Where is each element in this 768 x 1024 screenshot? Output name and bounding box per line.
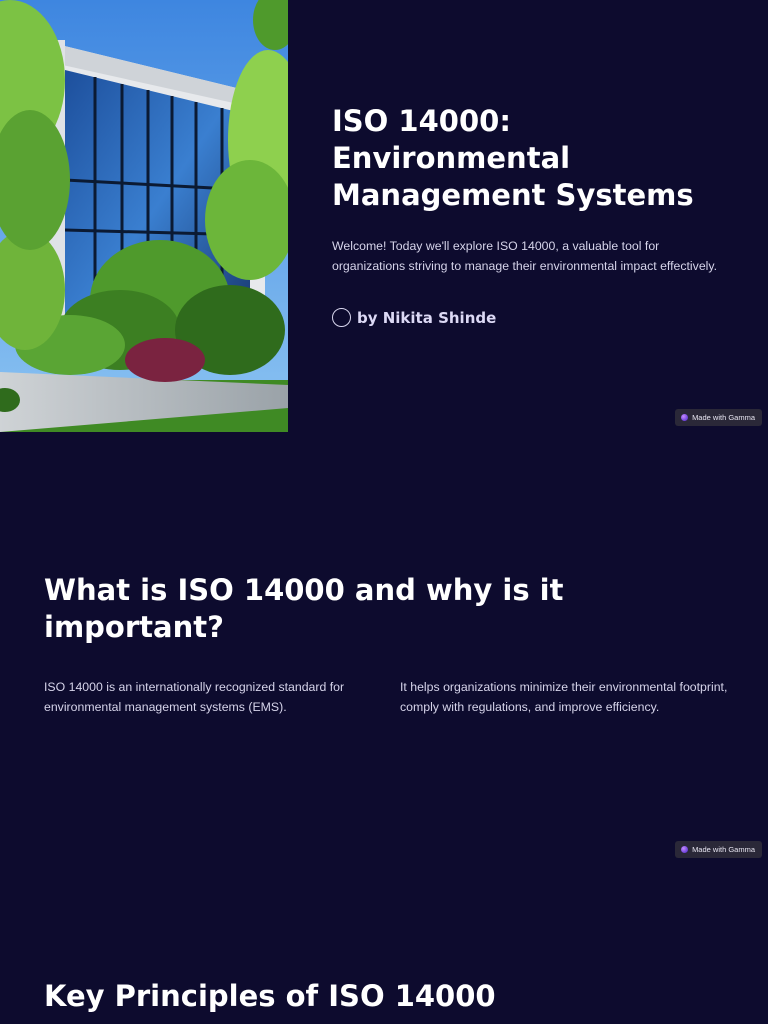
slide-key-principles: Key Principles of ISO 14000 xyxy=(0,864,768,1024)
gamma-logo-icon xyxy=(681,414,689,421)
slide-heading: What is ISO 14000 and why is it importan… xyxy=(44,573,564,644)
slide-heading: Key Principles of ISO 14000 xyxy=(44,979,496,1013)
gamma-logo-icon xyxy=(681,846,689,853)
slide-what-is-iso: What is ISO 14000 and why is it importan… xyxy=(0,432,768,864)
presentation-title: ISO 14000: Environmental Management Syst… xyxy=(332,104,694,212)
badge-label: Made with Gamma xyxy=(692,845,755,854)
author-avatar-icon xyxy=(332,308,351,327)
author-byline: by Nikita Shinde xyxy=(332,308,496,327)
badge-label: Made with Gamma xyxy=(692,413,755,422)
made-with-gamma-badge[interactable]: Made with Gamma xyxy=(675,841,762,858)
column-text-right: It helps organizations minimize their en… xyxy=(400,680,728,714)
intro-paragraph: Welcome! Today we'll explore ISO 14000, … xyxy=(332,239,718,273)
office-building-photo xyxy=(0,0,288,432)
column-text-left: ISO 14000 is an internationally recogniz… xyxy=(44,680,345,714)
made-with-gamma-badge[interactable]: Made with Gamma xyxy=(675,409,762,426)
slide-title: ISO 14000: Environmental Management Syst… xyxy=(0,0,768,432)
author-name: by Nikita Shinde xyxy=(357,308,497,327)
